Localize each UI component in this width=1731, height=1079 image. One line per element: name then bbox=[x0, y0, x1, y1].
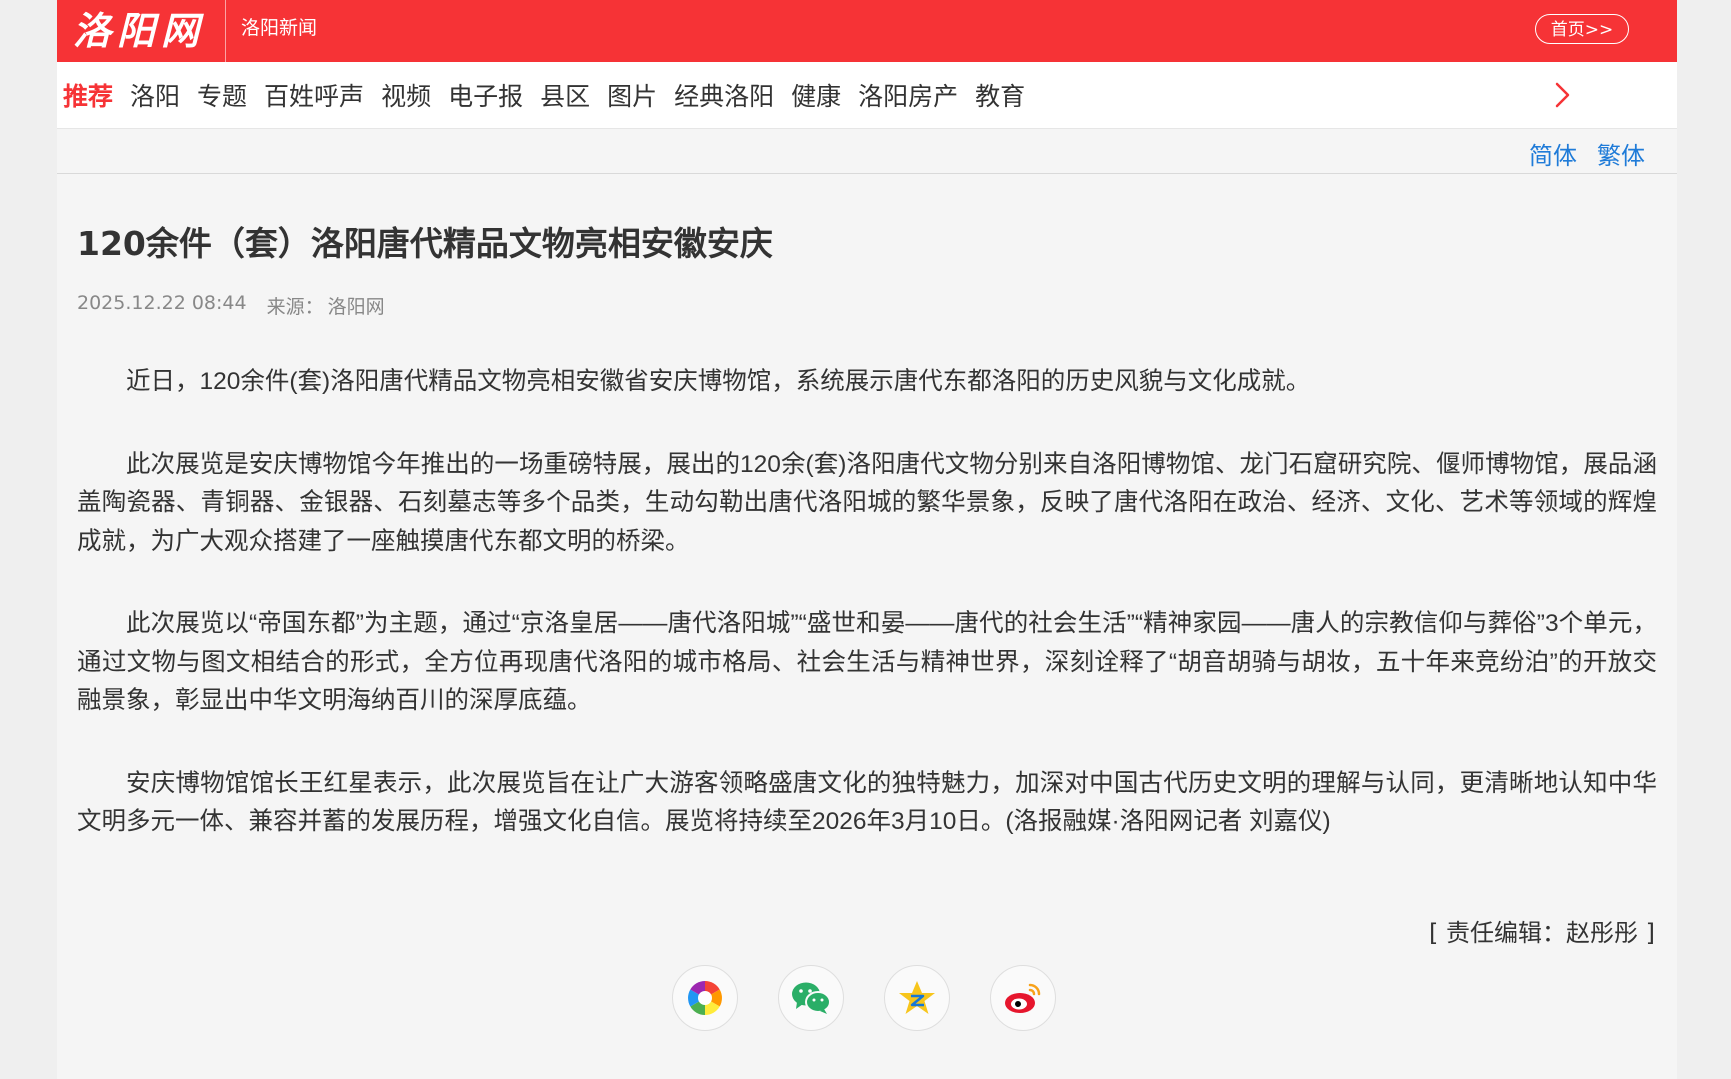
share-qzone-button[interactable] bbox=[884, 965, 950, 1031]
language-switch: 简体 繁体 bbox=[57, 128, 1677, 174]
article-paragraph: 此次展览是安庆博物馆今年推出的一场重磅特展，展出的120余(套)洛阳唐代文物分别… bbox=[77, 450, 1657, 555]
weibo-icon bbox=[1005, 983, 1041, 1013]
article-paragraph: 近日，120余件(套)洛阳唐代精品文物亮相安徽省安庆博物馆，系统展示唐代东都洛阳… bbox=[126, 368, 1311, 395]
nav-item-classic-luoyang[interactable]: 经典洛阳 bbox=[674, 77, 774, 113]
article-paragraph: 安庆博物馆馆长王红星表示，此次展览旨在让广大游客领略盛唐文化的独特魅力，加深对中… bbox=[77, 769, 1657, 836]
simplified-chinese-link[interactable]: 简体 bbox=[1529, 136, 1577, 171]
logo-divider bbox=[225, 0, 226, 62]
article-body: 近日，120余件(套)洛阳唐代精品文物亮相安徽省安庆博物馆，系统展示唐代东都洛阳… bbox=[77, 363, 1657, 886]
page: 洛阳网 洛阳新闻 首页>> 推荐 洛阳 专题 百姓呼声 视频 电子报 县区 图片… bbox=[57, 0, 1677, 1079]
nav-item-e-paper[interactable]: 电子报 bbox=[448, 77, 523, 113]
wechat-icon bbox=[792, 982, 831, 1014]
share-bar bbox=[672, 965, 1096, 1031]
nav-bar: 推荐 洛阳 专题 百姓呼声 视频 电子报 县区 图片 经典洛阳 健康 洛阳房产 … bbox=[57, 62, 1677, 129]
nav-item-education[interactable]: 教育 bbox=[975, 77, 1025, 113]
nav-item-topics[interactable]: 专题 bbox=[197, 77, 247, 113]
nav-item-pictures[interactable]: 图片 bbox=[607, 77, 657, 113]
article-paragraph: 此次展览以“帝国东都”为主题，通过“京洛皇居——唐代洛阳城”“盛世和晏——唐代的… bbox=[77, 610, 1657, 714]
nav-item-public-voice[interactable]: 百姓呼声 bbox=[264, 77, 364, 113]
home-button[interactable]: 首页>> bbox=[1535, 14, 1629, 44]
nav-items: 推荐 洛阳 专题 百姓呼声 视频 电子报 县区 图片 经典洛阳 健康 洛阳房产 … bbox=[63, 62, 1042, 128]
share-weibo-button[interactable] bbox=[990, 965, 1056, 1031]
top-bar: 洛阳网 洛阳新闻 首页>> bbox=[57, 0, 1677, 62]
source-label: 来源： bbox=[266, 296, 324, 318]
source-name: 洛阳网 bbox=[327, 296, 385, 318]
nav-item-real-estate[interactable]: 洛阳房产 bbox=[858, 77, 958, 113]
nav-item-counties[interactable]: 县区 bbox=[540, 77, 590, 113]
aperture-share-icon bbox=[688, 981, 722, 1015]
traditional-chinese-link[interactable]: 繁体 bbox=[1597, 136, 1645, 171]
publish-date: 2025.12.22 08:44 bbox=[77, 292, 247, 314]
article-title: 120余件（套）洛阳唐代精品文物亮相安徽安庆 bbox=[77, 224, 773, 263]
language-links: 简体 繁体 bbox=[1509, 136, 1645, 171]
section-title[interactable]: 洛阳新闻 bbox=[241, 0, 317, 56]
responsible-editor: [ 责任编辑：赵彤彤 ] bbox=[1429, 919, 1655, 947]
nav-item-video[interactable]: 视频 bbox=[381, 77, 431, 113]
nav-item-recommend[interactable]: 推荐 bbox=[63, 77, 113, 113]
nav-item-luoyang[interactable]: 洛阳 bbox=[130, 77, 180, 113]
chevron-right-icon[interactable] bbox=[1547, 80, 1577, 110]
site-logo[interactable]: 洛阳网 bbox=[73, 6, 233, 56]
article-meta: 2025.12.22 08:44 来源： 洛阳网 bbox=[77, 292, 405, 319]
share-aperture-button[interactable] bbox=[672, 965, 738, 1031]
nav-item-health[interactable]: 健康 bbox=[791, 77, 841, 113]
qzone-icon bbox=[899, 981, 935, 1014]
share-wechat-button[interactable] bbox=[778, 965, 844, 1031]
